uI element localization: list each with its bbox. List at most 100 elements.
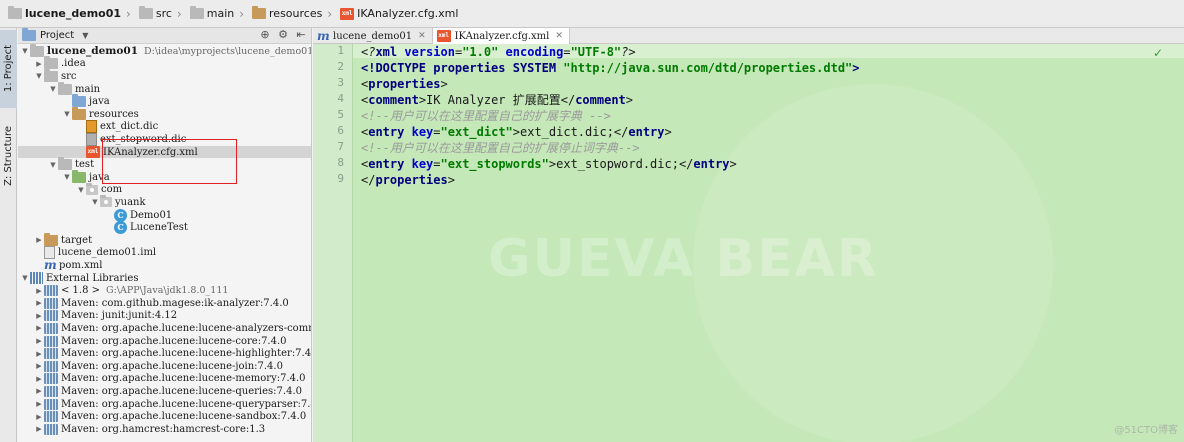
library-icon xyxy=(44,373,58,385)
collapse-arrow-icon[interactable]: ▶ xyxy=(34,337,44,345)
expand-arrow-icon[interactable]: ▼ xyxy=(76,186,86,194)
breadcrumb-item-src[interactable]: src › xyxy=(135,4,186,24)
tab-lucene-demo01[interactable]: m lucene_demo01 ✕ xyxy=(313,28,433,44)
tree-item[interactable]: ▶ target xyxy=(18,232,92,247)
expand-arrow-icon[interactable]: ▼ xyxy=(48,161,58,169)
tree-item[interactable]: ▼ com xyxy=(18,182,122,197)
collapse-arrow-icon[interactable]: ▶ xyxy=(34,362,44,370)
line-number-gutter: 1 2 3 4 5 6 7 8 9 xyxy=(313,44,353,442)
collapse-arrow-icon[interactable]: ▶ xyxy=(34,60,44,68)
collapse-arrow-icon[interactable]: ▶ xyxy=(34,413,44,421)
folder-icon xyxy=(58,81,72,95)
tab-ikanalyzer-cfg-xml[interactable]: xml IKAnalyzer.cfg.xml ✕ xyxy=(432,28,570,44)
tree-item[interactable]: ▼ src xyxy=(18,68,77,83)
package-icon xyxy=(100,195,112,208)
expand-arrow-icon[interactable]: ▼ xyxy=(62,173,72,181)
tool-tab-structure[interactable]: Z: Structure xyxy=(0,110,17,202)
tree-item[interactable]: ▼ External Libraries xyxy=(18,272,138,285)
gear-icon[interactable]: ⚙ xyxy=(277,29,289,41)
close-icon[interactable]: ✕ xyxy=(418,31,426,41)
tree-item-label: Maven: org.apache.lucene:lucene-queries:… xyxy=(61,385,302,397)
resources-folder-icon xyxy=(252,6,267,19)
tree-item[interactable]: ▶ Maven: org.apache.lucene:lucene-sandbox… xyxy=(18,410,306,423)
breadcrumb-item-project[interactable]: lucene_demo01 › xyxy=(4,4,135,24)
tree-item[interactable]: ▶ Maven: org.apache.lucene:lucene-memory:… xyxy=(18,373,306,386)
tree-item[interactable]: ▶ .idea xyxy=(18,56,86,71)
expand-arrow-icon[interactable]: ▼ xyxy=(20,274,30,282)
line-number: 6 xyxy=(337,124,344,137)
tree-item[interactable]: ▼ main xyxy=(18,81,101,96)
expand-arrow-icon[interactable]: ▼ xyxy=(34,72,44,80)
folder-icon xyxy=(30,43,44,57)
tree-item[interactable]: ▼ yuank xyxy=(18,195,146,209)
code-editor[interactable]: GUEVA BEAR 1 2 3 4 5 6 7 8 9 <?xml versi… xyxy=(313,44,1184,442)
tree-item-label: ext_dict.dic xyxy=(100,121,159,133)
tree-item-label: Maven: org.apache.lucene:lucene-highligh… xyxy=(61,348,312,360)
tree-item-label: main xyxy=(75,83,101,95)
expand-arrow-icon[interactable]: ▼ xyxy=(62,110,72,118)
tree-item[interactable]: ▼ test xyxy=(18,157,94,171)
tree-item[interactable]: ▶ Maven: org.apache.lucene:lucene-core:7.… xyxy=(18,335,287,348)
collapse-arrow-icon[interactable]: ▶ xyxy=(34,425,44,433)
tool-tab-project[interactable]: 1: Project xyxy=(0,30,17,108)
tree-item-label: Maven: org.apache.lucene:lucene-querypar… xyxy=(61,398,312,410)
project-view-selector[interactable]: Project xyxy=(40,30,74,41)
line-number: 9 xyxy=(337,172,344,185)
tree-item[interactable]: ▶ Maven: org.apache.lucene:lucene-highlig… xyxy=(18,347,312,360)
collapse-arrow-icon[interactable]: ▶ xyxy=(34,400,44,408)
tree-item[interactable]: lucene_demo01.iml xyxy=(18,246,156,260)
project-icon xyxy=(22,28,36,41)
tree-item[interactable]: ext_dict.dic xyxy=(18,120,159,134)
maven-icon: m xyxy=(44,257,57,272)
tree-item[interactable]: ▶ Maven: org.apache.lucene:lucene-queries… xyxy=(18,385,302,398)
xml-file-icon: xml xyxy=(436,30,451,42)
tool-window-strip: 1: Project Z: Structure xyxy=(0,28,17,442)
collapse-arrow-icon[interactable]: ▶ xyxy=(34,387,44,395)
code-line-4: <comment>IK Analyzer 扩展配置</comment> xyxy=(361,93,634,107)
tree-item[interactable]: C Demo01 xyxy=(18,208,172,222)
library-icon xyxy=(44,297,58,309)
scroll-from-source-icon[interactable]: ⊕ xyxy=(259,29,271,41)
tree-item[interactable]: ▶ Maven: org.apache.lucene:lucene-join:7.… xyxy=(18,360,283,373)
collapse-arrow-icon[interactable]: ▶ xyxy=(34,236,44,244)
collapse-arrow-icon[interactable]: ▶ xyxy=(34,299,44,307)
collapse-arrow-icon[interactable]: ▶ xyxy=(34,312,44,320)
tree-item-label: Maven: org.apache.lucene:lucene-core:7.4… xyxy=(61,335,287,347)
expand-arrow-icon[interactable]: ▼ xyxy=(48,85,58,93)
expand-arrow-icon[interactable]: ▼ xyxy=(20,47,30,55)
tree-item[interactable]: C LuceneTest xyxy=(18,221,188,235)
collapse-arrow-icon[interactable]: ▶ xyxy=(34,324,44,332)
tree-item[interactable]: ▶ Maven: org.hamcrest:hamcrest-core:1.3 xyxy=(18,423,265,436)
tree-item[interactable]: ▼ resources xyxy=(18,106,139,121)
tree-item[interactable]: java xyxy=(18,94,110,108)
tree-item-label: Maven: com.github.magese:ik-analyzer:7.4… xyxy=(61,297,289,309)
expand-arrow-icon[interactable]: ▼ xyxy=(90,198,100,206)
tree-item[interactable]: ▶ < 1.8 > G:\APP\Java\jdk1.8.0_111 xyxy=(18,284,228,297)
chevron-right-icon: › xyxy=(327,6,333,21)
breadcrumb: lucene_demo01 › src › main › resources ›… xyxy=(0,0,1184,28)
breadcrumb-item-resources[interactable]: resources › xyxy=(248,4,336,24)
library-icon xyxy=(44,411,58,423)
tree-item-label: resources xyxy=(89,108,139,120)
breadcrumb-item-main[interactable]: main › xyxy=(186,4,248,24)
collapse-arrow-icon[interactable]: ▶ xyxy=(34,375,44,383)
tree-item[interactable]: ▶ Maven: junit:junit:4.12 xyxy=(18,310,177,323)
library-icon xyxy=(44,385,58,397)
tree-item[interactable]: ▼ java xyxy=(18,169,110,184)
chevron-right-icon: › xyxy=(126,6,131,21)
hide-icon[interactable]: ⇤ xyxy=(295,29,307,41)
line-number: 5 xyxy=(337,108,344,121)
tree-item[interactable]: ▶ Maven: org.apache.lucene:lucene-querypa… xyxy=(18,398,312,411)
tree-item[interactable]: ▶ Maven: com.github.magese:ik-analyzer:7.… xyxy=(18,297,289,310)
tree-item[interactable]: ext_stopword.dic xyxy=(18,132,186,146)
chevron-down-icon[interactable]: ▼ xyxy=(82,31,88,40)
breadcrumb-item-file[interactable]: xml IKAnalyzer.cfg.xml xyxy=(336,4,462,24)
tree-item[interactable]: m pom.xml xyxy=(18,257,102,272)
class-icon: C xyxy=(114,221,127,235)
collapse-arrow-icon[interactable]: ▶ xyxy=(34,287,44,295)
tree-item[interactable]: ▶ Maven: org.apache.lucene:lucene-analyze… xyxy=(18,322,311,335)
tree-item-label: .idea xyxy=(61,58,86,70)
collapse-arrow-icon[interactable]: ▶ xyxy=(34,350,44,358)
tree-item[interactable]: ▼ lucene_demo01 D:\idea\myprojects\lucene_… xyxy=(18,43,311,58)
close-icon[interactable]: ✕ xyxy=(555,31,563,41)
